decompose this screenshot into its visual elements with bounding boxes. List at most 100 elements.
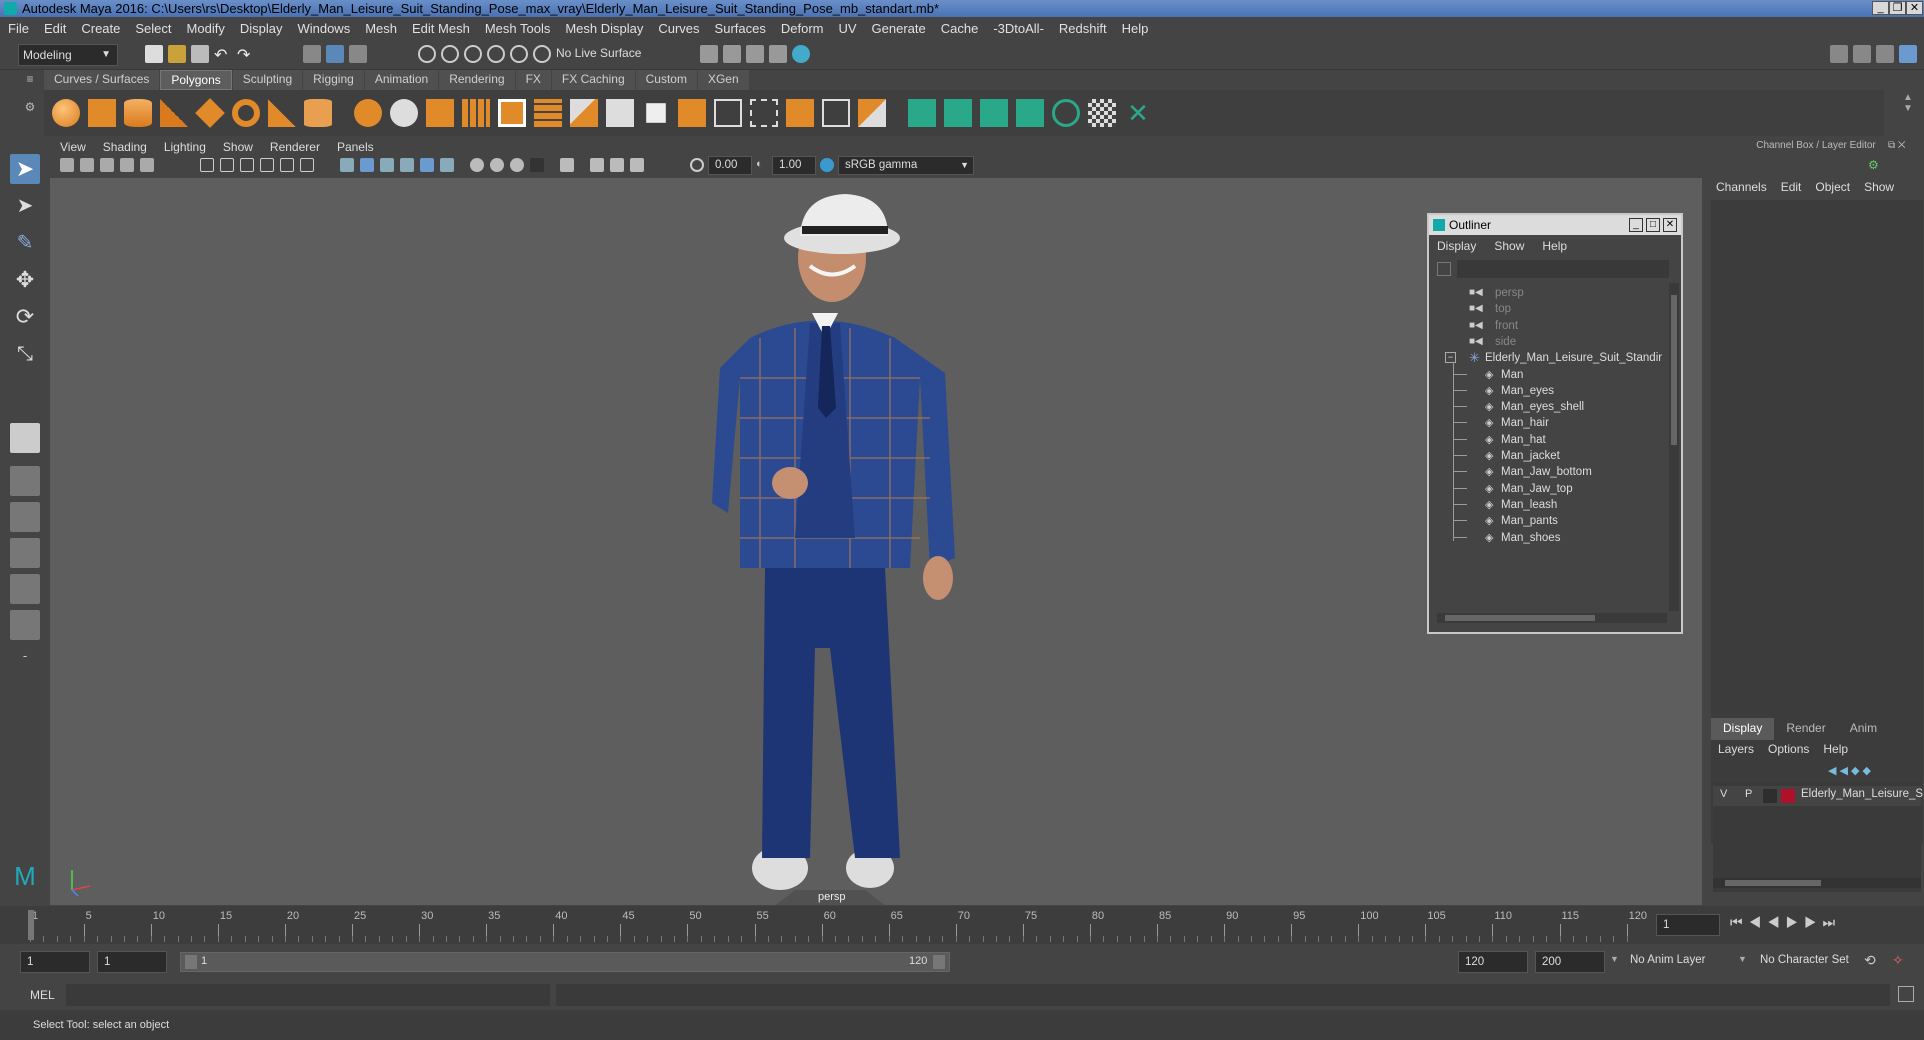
combine-icon[interactable] <box>354 99 382 127</box>
move-tool-icon[interactable]: ✥ <box>10 265 40 295</box>
menu-windows[interactable]: Windows <box>297 21 350 36</box>
snap-grid-icon[interactable] <box>418 45 436 63</box>
shelf-tab-polygons[interactable]: Polygons <box>160 70 232 90</box>
float-icon[interactable]: ⧉ ✕ <box>1888 140 1906 151</box>
panel-menu-show[interactable]: Show <box>223 140 253 154</box>
auto-key-icon[interactable]: ⟲ <box>1864 952 1876 969</box>
shadows-icon[interactable] <box>440 158 454 172</box>
layer-playback-toggle[interactable]: P <box>1745 788 1752 800</box>
menu-select[interactable]: Select <box>135 21 171 36</box>
channelbox-menu-edit[interactable]: Edit <box>1781 180 1802 194</box>
uv-planar-icon[interactable] <box>908 99 936 127</box>
panel-menu-renderer[interactable]: Renderer <box>270 140 320 154</box>
menu-cache[interactable]: Cache <box>941 21 979 36</box>
extract-icon[interactable] <box>750 99 778 127</box>
smooth-shade-icon[interactable] <box>360 158 374 172</box>
camera-select-icon[interactable] <box>60 158 74 172</box>
save-scene-icon[interactable] <box>191 45 209 63</box>
shelf-tab-rendering[interactable]: Rendering <box>439 70 515 90</box>
target-weld-icon[interactable] <box>606 99 634 127</box>
more-layouts-icon[interactable]: - <box>10 648 40 678</box>
workspace-icon[interactable] <box>1830 45 1848 63</box>
menu-file[interactable]: File <box>8 21 29 36</box>
anim-preferences-icon[interactable]: ✧ <box>1892 952 1904 969</box>
lasso-tool-icon[interactable]: ➤ <box>10 191 40 221</box>
select-component-icon[interactable] <box>349 45 367 63</box>
uv-layout-icon[interactable]: ✕ <box>1124 99 1152 127</box>
camera-attributes-icon[interactable] <box>80 158 94 172</box>
bridge-icon[interactable] <box>498 99 526 127</box>
panel-menu-panels[interactable]: Panels <box>337 140 374 154</box>
outliner-menu-display[interactable]: Display <box>1437 239 1476 253</box>
poly-pipe-icon[interactable] <box>304 99 332 127</box>
hypershade-icon[interactable] <box>769 45 787 63</box>
offset-loop-icon[interactable] <box>714 99 742 127</box>
two-pane-icon[interactable] <box>10 502 40 532</box>
shelf-tab-rigging[interactable]: Rigging <box>303 70 364 90</box>
snap-live-icon[interactable] <box>533 45 551 63</box>
mirror-icon[interactable] <box>786 99 814 127</box>
shelf-tab-custom[interactable]: Custom <box>635 70 697 90</box>
shelf-tab-animation[interactable]: Animation <box>364 70 439 90</box>
chevron-down-icon[interactable]: ▼ <box>1610 954 1619 964</box>
current-frame-field[interactable]: 1 <box>1656 914 1720 936</box>
menu-curves[interactable]: Curves <box>658 21 699 36</box>
duplicate-face-icon[interactable] <box>822 99 850 127</box>
outliner-layout-icon[interactable] <box>10 538 40 568</box>
lights-icon[interactable] <box>420 158 434 172</box>
outliner-menu-help[interactable]: Help <box>1542 239 1567 253</box>
field-chart-icon[interactable] <box>280 158 294 172</box>
four-pane-icon[interactable] <box>10 466 40 496</box>
new-scene-icon[interactable] <box>145 45 163 63</box>
select-tool-icon[interactable]: ➤ <box>10 154 40 184</box>
scroll-thumb[interactable] <box>1725 880 1821 886</box>
shelf-tab-fx[interactable]: FX <box>515 70 551 90</box>
insert-loop-icon[interactable] <box>678 99 706 127</box>
range-start-handle[interactable] <box>185 955 197 969</box>
grid-icon[interactable] <box>200 158 214 172</box>
open-scene-icon[interactable] <box>168 45 186 63</box>
scroll-thumb[interactable] <box>1671 295 1677 445</box>
menu-surfaces[interactable]: Surfaces <box>715 21 766 36</box>
playback-end-field[interactable]: 120 <box>1458 951 1528 973</box>
exposure-icon[interactable] <box>690 158 704 172</box>
poly-sphere-icon[interactable] <box>52 99 80 127</box>
uv-unfold-icon[interactable] <box>1052 99 1080 127</box>
menu-deform[interactable]: Deform <box>781 21 824 36</box>
gamma-icon[interactable]: ◐ <box>756 158 770 172</box>
ipr-render-icon[interactable] <box>723 45 741 63</box>
bevel-icon[interactable] <box>534 99 562 127</box>
menu--3dtoall-[interactable]: -3DtoAll- <box>993 21 1044 36</box>
chevron-down-icon[interactable]: ▼ <box>1738 954 1747 964</box>
scroll-thumb[interactable] <box>1445 615 1595 621</box>
edge-loop-icon[interactable] <box>646 103 666 123</box>
filter-icon[interactable] <box>1437 262 1451 276</box>
collapse-icon[interactable]: − <box>1445 352 1456 364</box>
paint-select-icon[interactable]: ✎ <box>10 228 40 258</box>
shelf-tab-xgen[interactable]: XGen <box>697 70 749 90</box>
extrude-icon[interactable] <box>462 99 490 127</box>
xray-joints-icon[interactable] <box>610 158 624 172</box>
poly-cube-icon[interactable] <box>88 99 116 127</box>
snap-surface-icon[interactable] <box>510 45 528 63</box>
ambient-occlusion-icon[interactable] <box>470 158 484 172</box>
color-management-icon[interactable] <box>820 158 834 172</box>
channelbox-menu-channels[interactable]: Channels <box>1716 180 1767 194</box>
script-editor-icon[interactable] <box>1898 986 1914 1002</box>
shelf-tab-curves-surfaces[interactable]: Curves / Surfaces <box>44 70 160 90</box>
menu-generate[interactable]: Generate <box>872 21 926 36</box>
multi-cut-icon[interactable] <box>570 99 598 127</box>
menu-edit-mesh[interactable]: Edit Mesh <box>412 21 470 36</box>
xray-icon[interactable] <box>590 158 604 172</box>
render-view-icon[interactable] <box>792 45 810 63</box>
snap-view-icon[interactable] <box>487 45 505 63</box>
minimize-button[interactable]: _ <box>1872 1 1889 15</box>
select-hierarchy-icon[interactable] <box>303 45 321 63</box>
menu-uv[interactable]: UV <box>838 21 856 36</box>
anti-aliasing-icon[interactable] <box>510 158 524 172</box>
shelf-tab-fx-caching[interactable]: FX Caching <box>551 70 635 90</box>
layer-row[interactable]: V P Elderly_Man_Leisure_S <box>1713 786 1923 806</box>
panel-menu-lighting[interactable]: Lighting <box>164 140 206 154</box>
shelf-menu-icon[interactable]: ≡ ⚙ <box>22 72 38 132</box>
hypershade-layout-icon[interactable] <box>10 610 40 640</box>
